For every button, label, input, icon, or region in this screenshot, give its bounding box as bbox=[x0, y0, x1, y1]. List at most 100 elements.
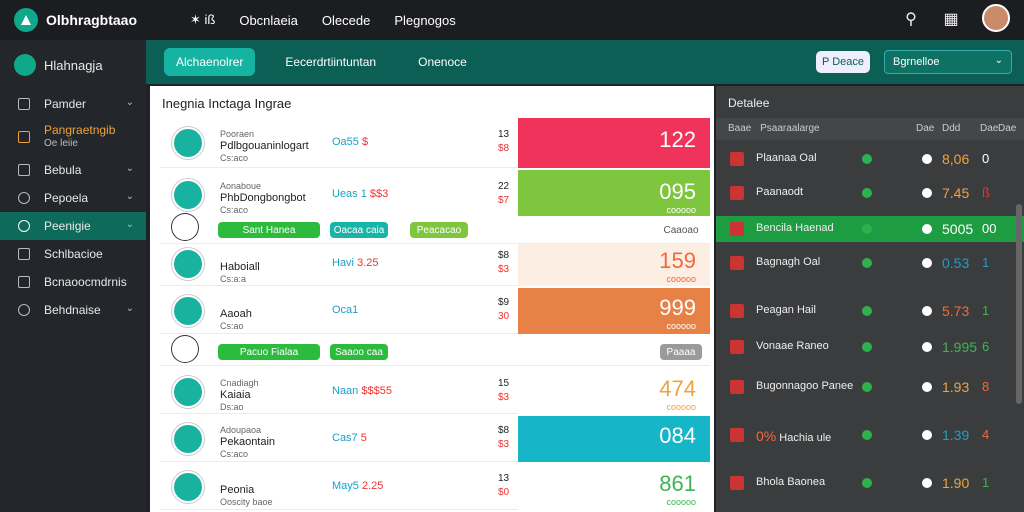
details-last: 1 bbox=[982, 475, 990, 490]
table-row[interactable]: Cnadiagh Kaiaia Ds:ao Naan $$$55 15 $3 474 cooo… bbox=[160, 370, 710, 414]
sidebar-item-4[interactable]: Pepoela ⌄ bbox=[0, 184, 146, 212]
sidebar-item-3[interactable]: Bebula ⌄ bbox=[0, 156, 146, 184]
status-dot-icon bbox=[922, 154, 932, 164]
avatar[interactable] bbox=[982, 4, 1010, 32]
nav-item-2[interactable]: Olecede bbox=[322, 13, 370, 28]
col-header: Dae bbox=[916, 123, 935, 134]
row-meta: Cs:aco bbox=[220, 449, 249, 459]
status-dot-icon bbox=[862, 430, 872, 440]
status-dot-icon bbox=[922, 382, 932, 392]
team-badge-icon bbox=[172, 179, 204, 211]
search-icon[interactable]: ⚲ bbox=[900, 9, 922, 31]
action-pill-right[interactable]: Paaaa bbox=[660, 344, 702, 360]
filter-select[interactable]: Bgrnelloe ⌄ bbox=[884, 50, 1012, 74]
details-row[interactable]: Peagan Hail 5.73 1 bbox=[716, 298, 1024, 324]
table-row[interactable]: Aaoah Cs:ao Oca1 $9 30 999 cooooo bbox=[160, 288, 710, 334]
sidebar-header[interactable]: Hlahnagja bbox=[0, 40, 146, 90]
calendar-icon bbox=[18, 248, 30, 260]
row-big-sub: cooooo bbox=[666, 205, 696, 215]
details-name-text: Plaanaa Oal bbox=[756, 152, 817, 164]
sidebar-item-8[interactable]: Behdnaise ⌄ bbox=[0, 296, 146, 324]
details-panel: Detalee Baae Psaaraalarge Dae Ddd Dae Da… bbox=[716, 86, 1024, 512]
status-dot-icon bbox=[922, 478, 932, 488]
table-row[interactable]: Haboiall Cs:a:a Havi 3.25 $8 $3 159 cooooo bbox=[160, 242, 710, 286]
details-name-text: Bagnagh Oal bbox=[756, 256, 821, 268]
row-big-value: 999 bbox=[659, 295, 696, 320]
sidebar-item-7[interactable]: Bcnaoocmdrnis bbox=[0, 268, 146, 296]
tab-3[interactable]: Onenoce bbox=[406, 48, 479, 76]
row-info: Haboiall Cs:a:a bbox=[220, 249, 260, 285]
row-big-value: 095 bbox=[659, 179, 696, 204]
row-score-2: $3 bbox=[498, 439, 510, 450]
table-row[interactable]: Aonaboue PhbDongbongbot Cs:aco Ueas 1 $$3 22… bbox=[160, 170, 710, 220]
row-odds: May5 2.25 bbox=[332, 480, 383, 492]
details-row[interactable]: Paanaodt 7.45 ß bbox=[716, 180, 1024, 206]
action-button[interactable]: P Deace bbox=[816, 51, 870, 73]
details-row[interactable]: Bagnagh Oal 0.53 1 bbox=[716, 250, 1024, 276]
details-row[interactable]: Plaanaa Oal 8,06 0 bbox=[716, 146, 1024, 172]
team-badge-icon bbox=[172, 336, 198, 362]
details-last: 1 bbox=[982, 255, 990, 270]
row-odds-extra: 2.25 bbox=[361, 480, 384, 492]
row-name: Aaoah bbox=[220, 308, 252, 320]
row-name: Pdlbgouaninlogart bbox=[220, 140, 309, 152]
row-name: Haboiall bbox=[220, 261, 260, 273]
team-badge-icon bbox=[172, 248, 204, 280]
row-odds-value: Oa55 bbox=[332, 136, 359, 148]
row-scores: $9 30 bbox=[498, 296, 509, 324]
sidebar-item-5[interactable]: Peenigie ⌄ bbox=[0, 212, 146, 240]
details-row[interactable]: Bencila Haenad 5005 00 bbox=[716, 216, 1024, 242]
app-logo-icon[interactable] bbox=[14, 8, 38, 32]
row-odds-value: Cas7 bbox=[332, 432, 358, 444]
table-row[interactable]: Peonia Ooscity baoe May5 2.25 13 $0 861 cooooo bbox=[160, 464, 710, 510]
table-row[interactable]: Adoupaoa Pekaontain Cs:aco Cas7 5 $8 $3 084 bbox=[160, 416, 710, 462]
details-value: 8,06 bbox=[942, 151, 970, 167]
nav-item-3[interactable]: Plegnogos bbox=[394, 13, 455, 28]
row-odds-extra: 3.25 bbox=[357, 257, 379, 269]
row-odds: Oca1 bbox=[332, 304, 358, 316]
row-big-value: 122 bbox=[659, 127, 696, 152]
calendar-icon[interactable]: ▦ bbox=[940, 9, 962, 31]
details-name: 0% Hachia ule bbox=[756, 428, 831, 444]
row-info: Aaoah Cs:ao bbox=[220, 296, 252, 332]
details-row[interactable]: Bhola Baonea 1.90 1 bbox=[716, 470, 1024, 496]
nav-item-1[interactable]: Obcnlaeia bbox=[239, 13, 298, 28]
sidebar-item-6[interactable]: Schlbacioe bbox=[0, 240, 146, 268]
sidebar-item-1[interactable]: Pamder ⌄ bbox=[0, 90, 146, 118]
details-row[interactable]: 0% Hachia ule 1.39 4 bbox=[716, 422, 1024, 448]
action-pill-right[interactable]: Caaoao bbox=[660, 222, 702, 238]
row-big-value: 474 bbox=[659, 376, 696, 401]
row-odds-extra: $$3 bbox=[369, 188, 389, 200]
action-pill[interactable]: Pacuo Fialaa bbox=[218, 344, 320, 360]
action-pill[interactable]: Sant Hanea bbox=[218, 222, 320, 238]
sidebar-title: Hlahnagja bbox=[44, 57, 103, 73]
details-row[interactable]: Bugonnagoo Panee 1.93 8 bbox=[716, 374, 1024, 400]
action-pill[interactable]: Peacacao bbox=[410, 222, 468, 238]
row-odds: Cas7 5 bbox=[332, 432, 367, 444]
tab-2[interactable]: Eecerdrtiintuntan bbox=[273, 48, 388, 76]
details-name: Bugonnagoo Panee bbox=[756, 380, 853, 392]
row-big-value: 084 bbox=[659, 423, 696, 448]
row-big-value: 159 bbox=[659, 248, 696, 273]
row-odds-value: Ueas 1 bbox=[332, 188, 367, 200]
details-name-text: Peagan Hail bbox=[756, 304, 816, 316]
table-row[interactable]: Pooraen Pdlbgouaninlogart Cs:aco Oa55 $13 $8… bbox=[160, 118, 710, 168]
row-name: Peonia bbox=[220, 484, 255, 496]
sidebar-item-2[interactable]: Pangraetngib Oe leiie bbox=[0, 118, 146, 156]
action-pill[interactable]: Oacaa caia bbox=[330, 222, 388, 238]
row-big-sub: cooooo bbox=[666, 497, 696, 507]
col-header: Dae bbox=[998, 123, 1017, 134]
row-score-1: $8 bbox=[498, 250, 510, 261]
action-pill[interactable]: Saaoo caa bbox=[330, 344, 388, 360]
details-value: 7.45 bbox=[942, 185, 970, 201]
details-row[interactable]: Vonaae Raneo 1.995 6 bbox=[716, 334, 1024, 360]
sidebar-logo-icon bbox=[14, 54, 36, 76]
team-badge-icon bbox=[172, 376, 204, 408]
row-odds-value: Naan bbox=[332, 385, 359, 397]
status-dot-icon bbox=[922, 188, 932, 198]
sidebar-item-label: Pepoela bbox=[44, 191, 89, 205]
scrollbar[interactable] bbox=[1016, 204, 1022, 404]
chevron-down-icon: ⌄ bbox=[125, 191, 134, 202]
tab-1[interactable]: Alchaenolrer bbox=[164, 48, 256, 76]
nav-icon-label[interactable]: ✶ iß bbox=[190, 12, 215, 28]
